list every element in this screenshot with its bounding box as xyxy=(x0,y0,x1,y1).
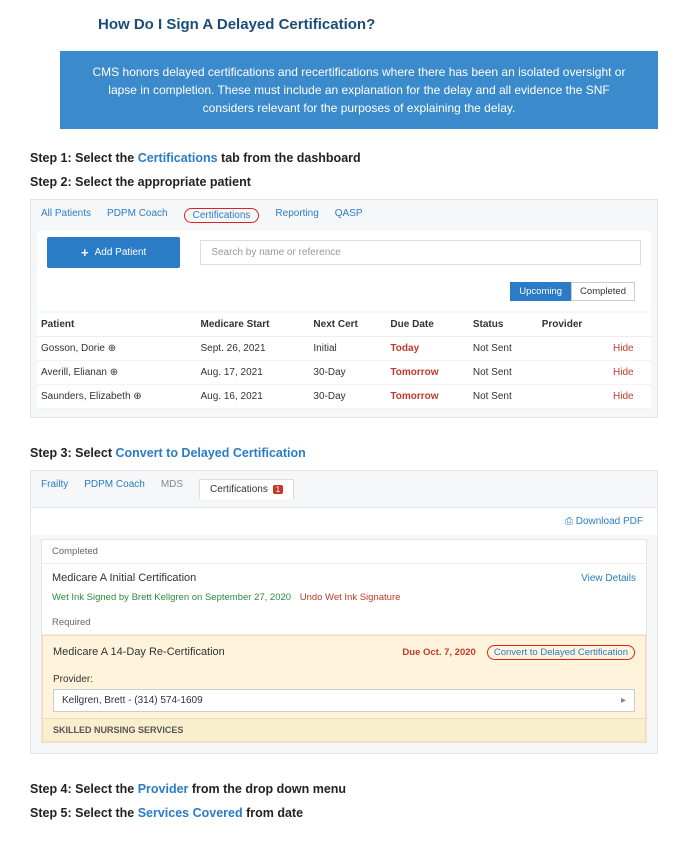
cert-badge: 1 xyxy=(273,485,283,494)
step-2: Step 2: Select the appropriate patient xyxy=(30,175,658,189)
due-date-text: Due Oct. 7, 2020 xyxy=(402,647,475,658)
dashboard-tabs: All Patients PDPM Coach Certifications R… xyxy=(31,200,657,231)
table-row[interactable]: Averill, Elianan ⊕ Aug. 17, 2021 30-Day … xyxy=(37,361,651,385)
provider-label: Provider: xyxy=(53,674,635,685)
step-3: Step 3: Select Convert to Delayed Certif… xyxy=(30,446,658,460)
tab-all-patients[interactable]: All Patients xyxy=(41,208,91,223)
tab-frailty[interactable]: Frailty xyxy=(41,479,68,499)
signed-line: Wet Ink Signed by Brett Kellgren on Sept… xyxy=(42,592,646,611)
skilled-nursing-header: SKILLED NURSING SERVICES xyxy=(43,718,645,741)
view-details-link[interactable]: View Details xyxy=(581,573,636,584)
step-1: Step 1: Select the Certifications tab fr… xyxy=(30,151,658,165)
filter-completed[interactable]: Completed xyxy=(571,282,635,301)
initial-cert-title: Medicare A Initial Certification xyxy=(52,572,196,584)
undo-signature-link[interactable]: Undo Wet Ink Signature xyxy=(300,592,401,603)
tab-reporting[interactable]: Reporting xyxy=(275,208,318,223)
patients-table: Patient Medicare Start Next Cert Due Dat… xyxy=(37,313,651,409)
recert-title: Medicare A 14-Day Re-Certification xyxy=(53,646,225,658)
tab-certifications-active[interactable]: Certifications 1 xyxy=(199,479,294,499)
th-patient: Patient xyxy=(37,313,197,337)
info-callout: CMS honors delayed certifications and re… xyxy=(60,51,658,129)
screenshot-2: Frailty PDPM Coach MDS Certifications 1 … xyxy=(30,470,658,754)
tab-mds[interactable]: MDS xyxy=(161,479,183,499)
tab-pdpm-coach[interactable]: PDPM Coach xyxy=(84,479,145,499)
th-status: Status xyxy=(469,313,538,337)
hide-link[interactable]: Hide xyxy=(609,385,651,409)
tab-certifications[interactable]: Certifications xyxy=(184,208,260,223)
download-pdf-link[interactable]: Download PDF xyxy=(31,508,657,535)
hide-link[interactable]: Hide xyxy=(609,337,651,361)
required-header: Required xyxy=(42,611,646,635)
completed-header: Completed xyxy=(42,540,646,564)
convert-link-text: Convert to Delayed Certification xyxy=(115,446,305,460)
th-duedate: Due Date xyxy=(386,313,468,337)
provider-select[interactable]: Kellgren, Brett - (314) 574-1609 xyxy=(53,689,635,712)
th-nextcert: Next Cert xyxy=(309,313,386,337)
th-medstart: Medicare Start xyxy=(197,313,310,337)
step-5: Step 5: Select the Services Covered from… xyxy=(30,806,658,820)
convert-delayed-link[interactable]: Convert to Delayed Certification xyxy=(487,645,635,660)
filter-upcoming[interactable]: Upcoming xyxy=(510,282,571,301)
search-input[interactable]: Search by name or reference xyxy=(200,240,641,265)
screenshot-1: All Patients PDPM Coach Certifications R… xyxy=(30,199,658,418)
step-4: Step 4: Select the Provider from the dro… xyxy=(30,782,658,796)
certifications-link: Certifications xyxy=(138,151,218,165)
table-row[interactable]: Gosson, Dorie ⊕ Sept. 26, 2021 Initial T… xyxy=(37,337,651,361)
table-row[interactable]: Saunders, Elizabeth ⊕ Aug. 16, 2021 30-D… xyxy=(37,385,651,409)
page-title: How Do I Sign A Delayed Certification? xyxy=(98,16,658,33)
add-patient-button[interactable]: Add Patient xyxy=(47,237,180,268)
tab-pdpm-coach[interactable]: PDPM Coach xyxy=(107,208,168,223)
hide-link[interactable]: Hide xyxy=(609,361,651,385)
tab-qasp[interactable]: QASP xyxy=(335,208,363,223)
th-provider: Provider xyxy=(538,313,609,337)
